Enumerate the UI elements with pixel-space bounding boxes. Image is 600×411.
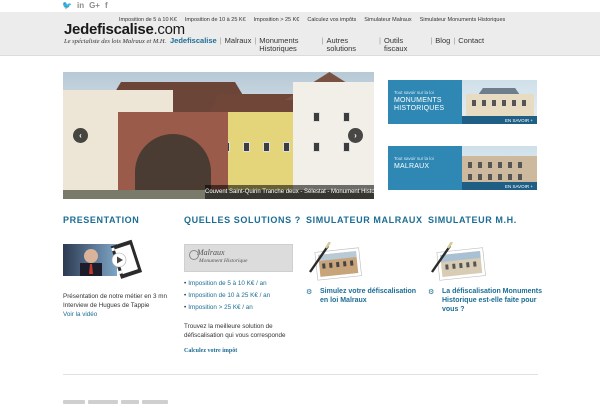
column-solutions: QUELLES SOLUTIONS ? Malraux Monument His… [184,214,301,364]
facebook-icon[interactable]: f [105,1,108,11]
gear-icon: ⚙ [428,289,435,296]
promo-en-savoir-plus-link[interactable]: EN SAVOIR + [505,184,533,189]
nav-item-jedefiscalise[interactable]: Jedefiscalise [167,37,220,45]
top-link-simulateur-malraux[interactable]: Simulateur Malraux [364,17,411,23]
twitter-icon[interactable]: 🐦 [62,1,72,11]
solutions-text: Trouvez la meilleure solution de défisca… [184,323,286,339]
nav-item-blog[interactable]: Blog [432,37,453,45]
video-thumbnail[interactable] [63,238,143,280]
promo-monuments-historiques[interactable]: Tout savoir sur la loi MONUMENTS HISTORI… [388,80,537,124]
top-link-imposition-5-10[interactable]: Imposition de 5 à 10 K€ [119,17,177,23]
solutions-image-subtitle: Monument Historique [199,258,248,264]
seal-icon [189,250,199,260]
promo-malraux[interactable]: Tout savoir sur la loi MALRAUX EN SAVOIR… [388,146,537,190]
column-simulateur-mh: SIMULATEUR M.H. ⚙ La défiscalisation Mon… [428,214,542,334]
voir-la-video-link[interactable]: Voir la vidéo [63,310,175,319]
linkedin-icon[interactable]: in [77,1,84,11]
solution-item[interactable]: • Imposition de 5 à 10 K€ / an [184,278,270,290]
main-nav: Jedefiscalise | Malraux | Monuments Hist… [167,37,487,53]
site-header: Jedefiscalise.com Le spécialiste des loi… [0,12,600,56]
column-title: QUELLES SOLUTIONS ? [184,215,301,225]
column-title: SIMULATEUR M.H. [428,215,517,225]
solutions-image: Malraux Monument Historique [184,244,293,272]
calculez-impot-link[interactable]: Calculez votre impôt [184,348,237,354]
section-divider [63,374,538,375]
promo-title: MALRAUX [394,163,430,170]
slider-next-button[interactable]: › [348,128,363,143]
promo-title: MONUMENTS HISTORIQUES [394,97,445,112]
bottom-section-peek [63,393,203,404]
top-links: Imposition de 5 à 10 K€ Imposition de 10… [119,17,505,23]
slider-prev-button[interactable]: ‹ [73,128,88,143]
nav-item-autres-solutions[interactable]: Autres solutions [323,37,359,53]
simulator-illustration [308,241,368,282]
simulator-illustration [430,241,492,282]
column-title: PRESENTATION [63,215,140,225]
top-link-calculez[interactable]: Calculez vos impôts [307,17,356,23]
solution-item[interactable]: • Imposition > 25 K€ / an [184,302,270,314]
nav-item-monuments-historiques[interactable]: Monuments Historiques [256,37,301,53]
solutions-image-title: Malraux [197,248,225,257]
column-simulateur-malraux: SIMULATEUR MALRAUX ⚙ Simulez votre défis… [306,214,423,324]
defiscalisation-mh-link[interactable]: La défiscalisation Monuments Historique … [442,287,542,314]
top-link-imposition-10-25[interactable]: Imposition de 10 à 25 K€ [185,17,246,23]
gear-icon: ⚙ [306,289,313,296]
promo-en-savoir-plus-link[interactable]: EN SAVOIR + [505,118,533,123]
slider-building-right [293,82,374,199]
googleplus-icon[interactable]: G+ [89,1,100,11]
column-title: SIMULATEUR MALRAUX [306,215,423,225]
solution-item[interactable]: • Imposition de 10 à 25 K€ / an [184,290,270,302]
nav-item-contact[interactable]: Contact [455,37,487,45]
slider-caption: Couvent Saint-Quirin Tranche deux - Séle… [205,185,374,199]
top-link-imposition-25[interactable]: Imposition > 25 K€ [254,17,300,23]
top-bar: 🐦 in G+ f [0,0,600,12]
image-slider[interactable]: Couvent Saint-Quirin Tranche deux - Séle… [63,72,374,199]
promo-small-text: Tout savoir sur la loi [394,156,434,161]
nav-item-malraux[interactable]: Malraux [222,37,255,45]
nav-item-outils-fiscaux[interactable]: Outils fiscaux [381,37,410,53]
logo-text: Jedefiscalise.com [64,21,185,38]
presentation-text: Présentation de notre métier en 3 mn Int… [63,293,167,309]
column-presentation: PRESENTATION Présentation de notre métie… [63,214,175,334]
promo-small-text: Tout savoir sur la loi [394,90,434,95]
social-links: 🐦 in G+ f [62,1,108,11]
top-link-simulateur-mh[interactable]: Simulateur Monuments Historiques [420,17,506,23]
simulez-malraux-link[interactable]: Simulez votre défiscalisation en loi Mal… [320,287,420,305]
